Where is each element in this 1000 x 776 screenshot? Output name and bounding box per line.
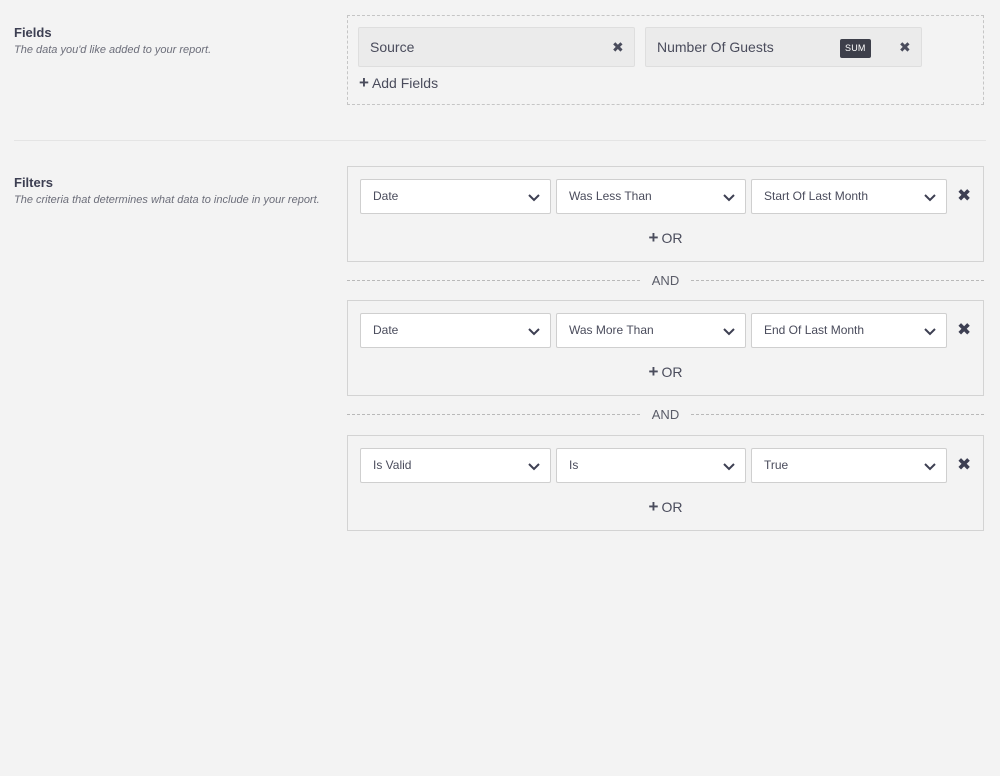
field-chip-source[interactable]: Source ✖ xyxy=(358,27,635,67)
fields-description: The data you'd like added to your report… xyxy=(14,44,212,56)
separator-line xyxy=(347,414,640,415)
or-label: OR xyxy=(661,499,683,515)
close-icon[interactable]: ✖ xyxy=(957,456,973,474)
filter-field-select[interactable]: Date xyxy=(360,179,551,214)
filter-operator-select[interactable]: Was More Than xyxy=(556,313,746,348)
close-icon[interactable]: ✖ xyxy=(957,321,973,339)
field-chip-label: Number Of Guests xyxy=(657,39,774,55)
fields-dropzone: Source ✖ Number Of Guests SUM ✖ + Add Fi… xyxy=(347,15,984,105)
add-or-button[interactable]: + OR xyxy=(348,362,983,381)
field-chip-label: Source xyxy=(370,39,415,55)
section-divider xyxy=(14,140,986,141)
add-fields-label: Add Fields xyxy=(371,75,439,91)
chevron-down-icon xyxy=(723,463,735,471)
plus-icon: + xyxy=(648,228,659,247)
filter-group: Is Valid Is True ✖ + OR xyxy=(347,435,984,531)
chevron-down-icon xyxy=(528,328,540,336)
chevron-down-icon xyxy=(723,194,735,202)
filter-group: Date Was Less Than Start Of Last Month ✖… xyxy=(347,166,984,262)
select-value: Was Less Than xyxy=(569,189,652,203)
filter-value-select[interactable]: Start Of Last Month xyxy=(751,179,947,214)
filters-section-label: Filters The criteria that determines wha… xyxy=(14,175,334,209)
filter-value-select[interactable]: True xyxy=(751,448,947,483)
filter-operator-select[interactable]: Was Less Than xyxy=(556,179,746,214)
add-or-button[interactable]: + OR xyxy=(348,497,983,516)
separator-line xyxy=(691,414,984,415)
select-value: Is Valid xyxy=(373,458,412,472)
select-value: Start Of Last Month xyxy=(764,189,869,203)
filter-operator-select[interactable]: Is xyxy=(556,448,746,483)
and-label: AND xyxy=(651,273,680,288)
select-value: Date xyxy=(373,189,399,203)
or-label: OR xyxy=(661,230,683,246)
chevron-down-icon xyxy=(528,194,540,202)
fields-section-label: Fields The data you'd like added to your… xyxy=(14,25,334,59)
filter-value-select[interactable]: End Of Last Month xyxy=(751,313,947,348)
plus-icon: + xyxy=(648,362,659,381)
select-value: Date xyxy=(373,323,399,337)
plus-icon: + xyxy=(359,73,369,92)
and-label: AND xyxy=(651,407,680,422)
select-value: End Of Last Month xyxy=(764,323,865,337)
chevron-down-icon xyxy=(723,328,735,336)
select-value: Is xyxy=(569,458,579,472)
and-separator: AND xyxy=(347,270,984,290)
filter-group: Date Was More Than End Of Last Month ✖ +… xyxy=(347,300,984,396)
separator-line xyxy=(691,280,984,281)
filter-field-select[interactable]: Date xyxy=(360,313,551,348)
add-or-button[interactable]: + OR xyxy=(348,228,983,247)
separator-line xyxy=(347,280,640,281)
add-fields-button[interactable]: + Add Fields xyxy=(359,73,439,92)
select-value: Was More Than xyxy=(569,323,654,337)
or-label: OR xyxy=(661,364,683,380)
chevron-down-icon xyxy=(924,194,936,202)
plus-icon: + xyxy=(648,497,659,516)
and-separator: AND xyxy=(347,404,984,424)
filters-title: Filters xyxy=(14,175,54,190)
field-chip-number-of-guests[interactable]: Number Of Guests SUM ✖ xyxy=(645,27,922,67)
filters-description: The criteria that determines what data t… xyxy=(14,194,320,206)
aggregate-badge[interactable]: SUM xyxy=(840,39,871,58)
close-icon[interactable]: ✖ xyxy=(612,38,624,56)
close-icon[interactable]: ✖ xyxy=(899,38,911,56)
chevron-down-icon xyxy=(924,328,936,336)
chevron-down-icon xyxy=(924,463,936,471)
select-value: True xyxy=(764,458,789,472)
close-icon[interactable]: ✖ xyxy=(957,187,973,205)
chevron-down-icon xyxy=(528,463,540,471)
fields-title: Fields xyxy=(14,25,52,40)
filter-field-select[interactable]: Is Valid xyxy=(360,448,551,483)
